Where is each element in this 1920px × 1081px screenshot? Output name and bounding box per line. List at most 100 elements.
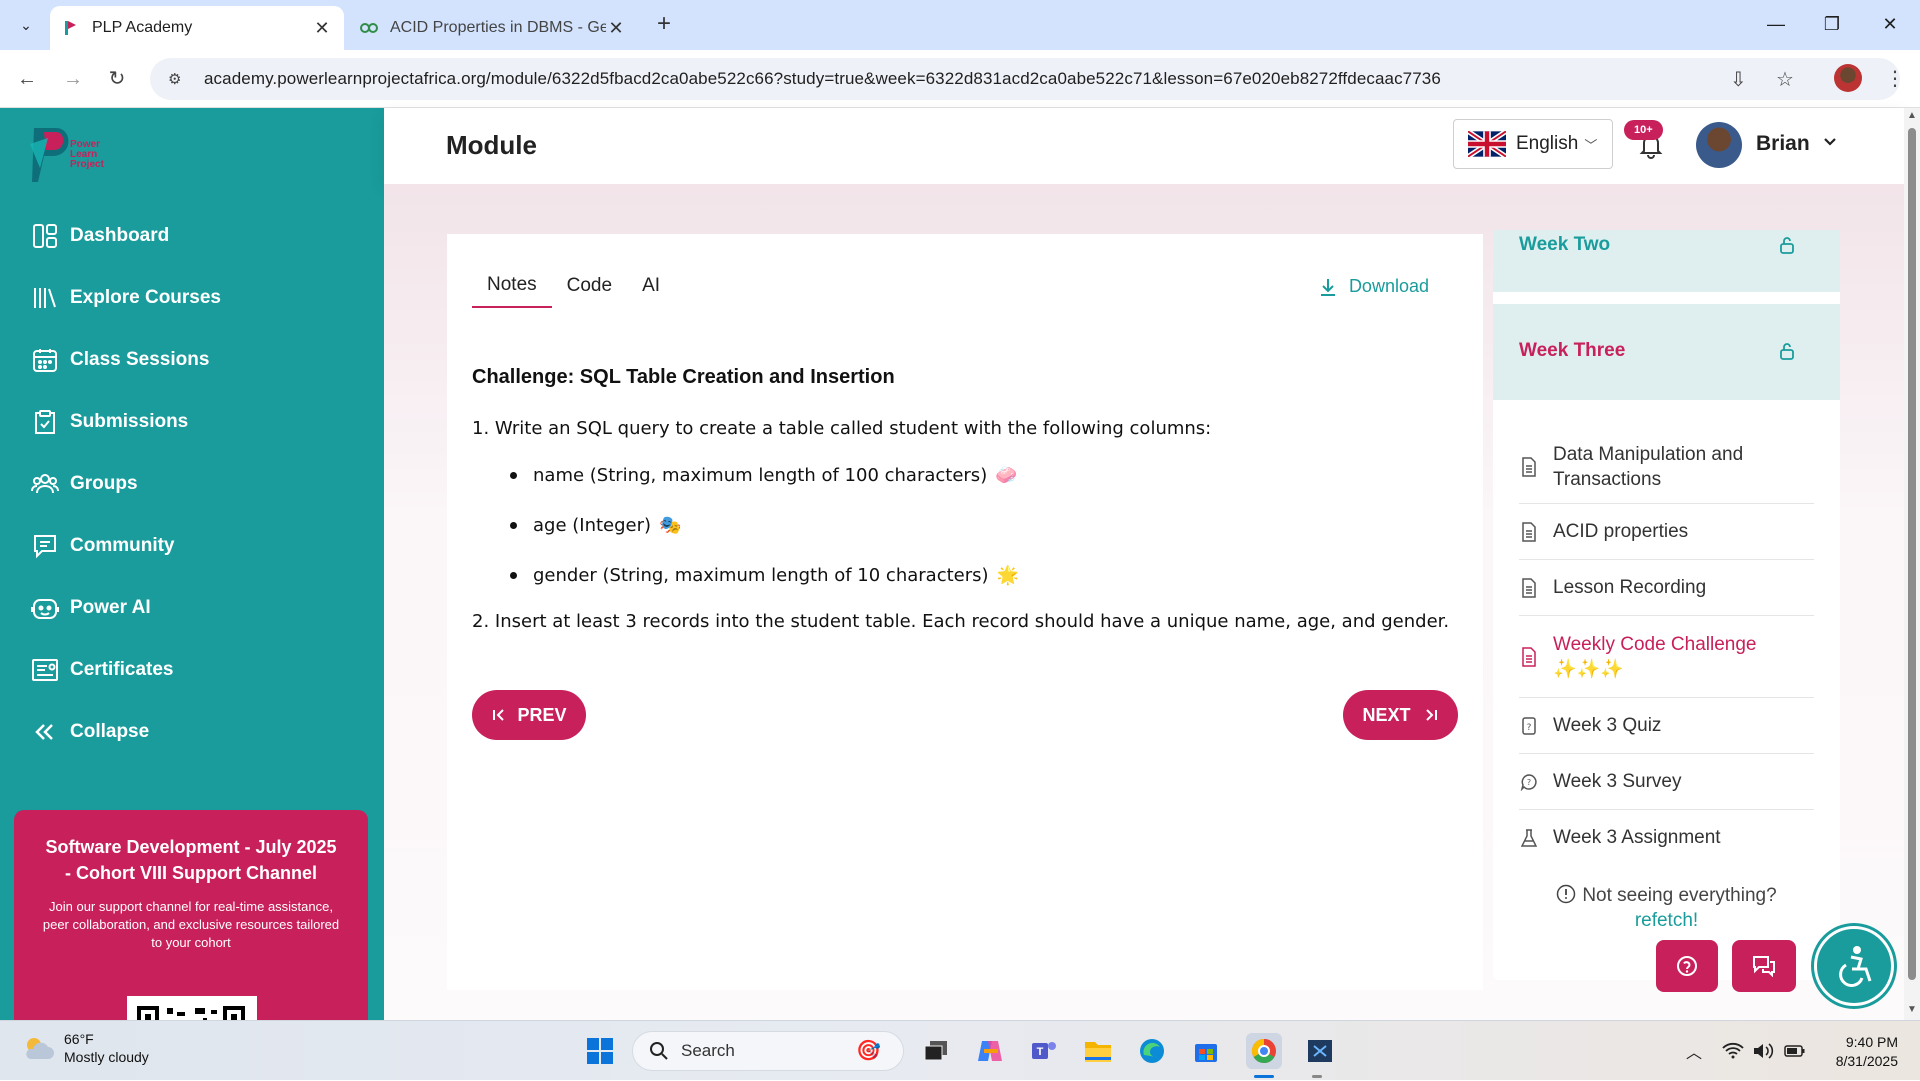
refetch-link[interactable]: refetch! xyxy=(1635,910,1698,931)
sidebar-item-community[interactable]: Community xyxy=(30,526,175,566)
windows-start-icon[interactable] xyxy=(582,1033,618,1069)
task-view-icon[interactable] xyxy=(918,1033,954,1069)
reload-icon[interactable]: ↻ xyxy=(102,64,132,94)
weather-temp: 66°F xyxy=(64,1031,94,1047)
microsoft-store-icon[interactable] xyxy=(1188,1033,1224,1069)
clock-time: 9:40 PM xyxy=(1845,1034,1898,1050)
clock-date: 8/31/2025 xyxy=(1835,1053,1898,1069)
course-outline-panel: Week Two Week Three Data Manipulation an… xyxy=(1493,230,1840,980)
plp-logo[interactable]: Power Learn Project xyxy=(26,124,104,186)
sidebar: Power Learn Project Dashboard Explore Co… xyxy=(0,108,384,1020)
sidebar-item-label: Community xyxy=(70,535,175,556)
clipboard-icon xyxy=(30,407,60,437)
wifi-icon[interactable] xyxy=(1722,1021,1744,1081)
close-tab-icon[interactable]: ✕ xyxy=(312,18,332,39)
sidebar-item-label: Class Sessions xyxy=(70,349,210,370)
download-icon xyxy=(1320,278,1335,296)
browser-tab-acid-properties[interactable]: ACID Properties in DBMS - Gee ✕ xyxy=(348,6,638,50)
sidebar-item-power-ai[interactable]: Power AI xyxy=(30,588,151,628)
user-menu[interactable]: Brian xyxy=(1756,132,1838,156)
minimize-icon[interactable]: — xyxy=(1752,8,1800,40)
lesson-item[interactable]: ? Week 3 Survey xyxy=(1519,754,1814,810)
sidebar-item-dashboard[interactable]: Dashboard xyxy=(30,216,169,256)
sidebar-item-collapse[interactable]: Collapse xyxy=(30,712,149,752)
scroll-up-icon[interactable]: ▲ xyxy=(1907,110,1917,121)
chat-button[interactable] xyxy=(1732,940,1796,992)
lesson-item-active[interactable]: Weekly Code Challenge ✨✨✨ xyxy=(1519,616,1814,698)
tab-notes[interactable]: Notes xyxy=(472,264,552,308)
lesson-label: Data Manipulation and Transactions xyxy=(1553,443,1744,490)
sidebar-item-groups[interactable]: Groups xyxy=(30,464,138,504)
back-icon[interactable]: ← xyxy=(12,64,42,94)
browser-menu-icon[interactable]: ⋮ xyxy=(1880,64,1910,94)
next-button[interactable]: NEXT xyxy=(1343,690,1458,740)
accessibility-button[interactable] xyxy=(1814,926,1894,1006)
soap-emoji-icon: 🧼 xyxy=(995,465,1018,486)
new-tab-icon[interactable]: + xyxy=(650,10,678,38)
sidebar-item-explore-courses[interactable]: Explore Courses xyxy=(30,278,221,318)
tab-search-dropdown-icon[interactable]: ⌄ xyxy=(10,10,42,40)
site-info-icon[interactable]: ⚙ xyxy=(168,70,192,88)
download-button[interactable]: Download xyxy=(1319,276,1429,297)
gfg-favicon xyxy=(360,19,378,37)
message-icon xyxy=(1753,956,1775,977)
restore-icon[interactable]: ❐ xyxy=(1808,8,1856,40)
week-two-accordion[interactable]: Week Two xyxy=(1493,230,1840,292)
scrollbar-thumb[interactable] xyxy=(1908,128,1916,980)
chevron-down-icon: ﹀ xyxy=(1584,137,1598,153)
edge-browser-icon[interactable] xyxy=(1134,1033,1170,1069)
install-app-icon[interactable]: ⇩ xyxy=(1730,58,1747,100)
help-button[interactable] xyxy=(1656,940,1718,992)
bookmark-star-icon[interactable]: ☆ xyxy=(1776,58,1794,100)
tab-ai[interactable]: AI xyxy=(627,264,675,308)
show-hidden-icons[interactable]: ︿ xyxy=(1686,1021,1702,1081)
language-selector[interactable]: English ﹀ xyxy=(1453,119,1613,169)
browser-tab-strip: ⌄ PLP Academy ✕ ACID Properties in DBMS … xyxy=(0,0,1920,50)
taskbar-search[interactable]: Search 🎯 xyxy=(632,1031,904,1071)
lesson-item[interactable]: ACID properties xyxy=(1519,504,1814,560)
page-scrollbar[interactable]: ▲ ▼ xyxy=(1904,108,1920,1020)
support-channel-card[interactable]: Software Development - July 2025 - Cohor… xyxy=(14,810,368,1020)
vscode-icon[interactable] xyxy=(1302,1033,1338,1069)
copilot-icon[interactable] xyxy=(972,1033,1008,1069)
sidebar-item-class-sessions[interactable]: Class Sessions xyxy=(30,340,209,380)
lesson-item[interactable]: Data Manipulation and Transactions xyxy=(1519,430,1814,504)
weather-widget[interactable]: 66°F Mostly cloudy xyxy=(20,1030,149,1066)
address-bar[interactable]: ⚙ academy.powerlearnprojectafrica.org/mo… xyxy=(150,58,1900,100)
battery-icon[interactable] xyxy=(1784,1021,1806,1081)
teams-icon[interactable]: T xyxy=(1026,1033,1062,1069)
forward-icon[interactable]: → xyxy=(58,64,88,94)
unlock-icon xyxy=(1780,343,1794,360)
volume-icon[interactable] xyxy=(1752,1021,1774,1081)
sidebar-item-certificates[interactable]: Certificates xyxy=(30,650,174,690)
plp-favicon xyxy=(62,19,80,37)
document-icon xyxy=(1519,577,1539,598)
week-three-accordion[interactable]: Week Three xyxy=(1493,304,1840,400)
page-header: Module English ﹀ 10+ Brian xyxy=(384,108,1904,184)
bullet-dot xyxy=(510,572,517,579)
prev-label: PREV xyxy=(517,704,567,725)
instruction-step-1: 1. Write an SQL query to create a table … xyxy=(472,418,1212,439)
profile-avatar-icon[interactable] xyxy=(1834,64,1862,92)
chevron-down-icon xyxy=(1823,138,1836,146)
lesson-item[interactable]: Week 3 Assignment xyxy=(1519,810,1814,866)
close-tab-icon[interactable]: ✕ xyxy=(606,18,626,39)
search-label: Search xyxy=(681,1041,735,1060)
chrome-icon[interactable] xyxy=(1246,1033,1282,1069)
system-clock[interactable]: 9:40 PM 8/31/2025 xyxy=(1818,1033,1898,1071)
column-spec-gender: gender (String, maximum length of 10 cha… xyxy=(533,565,989,586)
lesson-item[interactable]: Lesson Recording xyxy=(1519,560,1814,616)
skip-back-icon xyxy=(493,709,505,721)
scroll-down-icon[interactable]: ▼ xyxy=(1907,1004,1917,1015)
help-circle-icon xyxy=(1677,956,1697,976)
sidebar-item-submissions[interactable]: Submissions xyxy=(30,402,188,442)
certificate-icon xyxy=(30,655,60,685)
lesson-item[interactable]: ? Week 3 Quiz xyxy=(1519,698,1814,754)
browser-tab-plp-academy[interactable]: PLP Academy ✕ xyxy=(50,6,344,50)
qr-code-image xyxy=(127,996,257,1020)
prev-button[interactable]: PREV xyxy=(472,690,586,740)
user-avatar[interactable] xyxy=(1696,122,1742,168)
window-close-icon[interactable]: ✕ xyxy=(1866,8,1914,40)
file-explorer-icon[interactable] xyxy=(1080,1033,1116,1069)
tab-code[interactable]: Code xyxy=(552,264,627,308)
